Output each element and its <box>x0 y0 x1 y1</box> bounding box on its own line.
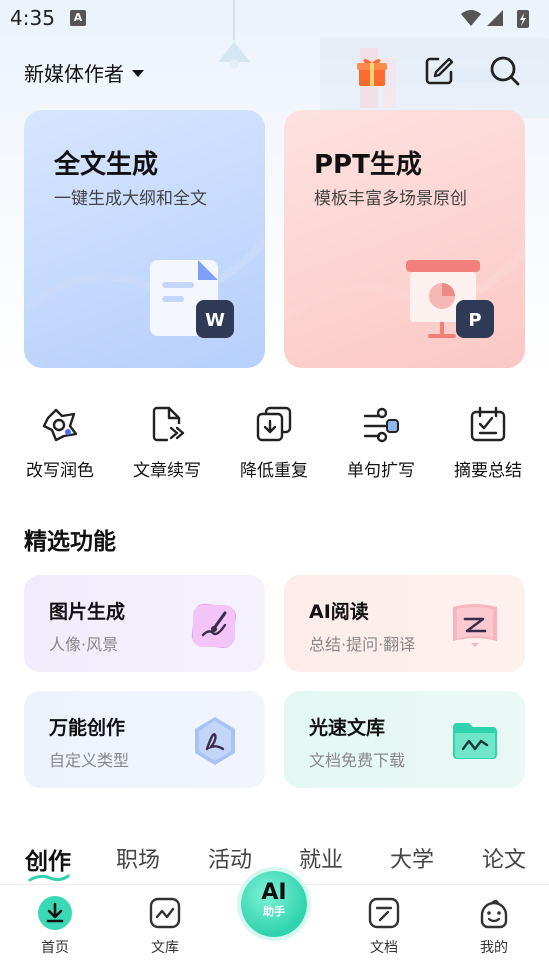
hero-subtitle: 模板丰富多场景原创 <box>314 189 467 209</box>
tool-label: 降低重复 <box>240 461 308 481</box>
feature-subtitle: 自定义类型 <box>49 751 130 770</box>
summary-icon <box>470 406 506 442</box>
feature-subtitle: 总结·提问·翻译 <box>309 635 416 654</box>
hero-badge: P <box>468 310 481 331</box>
search-icon[interactable] <box>488 54 522 88</box>
tab-thesis[interactable]: 论文 <box>482 842 526 874</box>
quick-tools: 改写润色 文章续写 降低重复 单句扩写 摘要总结 <box>0 400 549 481</box>
expand-sentence-icon <box>363 407 399 443</box>
tool-reduce-duplicate[interactable]: 降低重复 <box>224 400 324 481</box>
feature-subtitle: 人像·风景 <box>49 635 119 654</box>
feature-fast-library[interactable]: 光速文库 文档免费下载 <box>284 691 525 788</box>
hero-subtitle: 一键生成大纲和全文 <box>54 189 207 209</box>
hero-badge: W <box>205 310 225 331</box>
nav-label: 文档 <box>370 940 398 956</box>
ai-sublabel: 助手 <box>263 905 285 918</box>
active-tab-indicator <box>28 874 70 882</box>
tool-label: 单句扩写 <box>347 461 415 481</box>
edit-icon[interactable] <box>422 54 456 88</box>
status-bar: 4:35 A <box>0 0 549 36</box>
folder-icon <box>453 723 497 759</box>
feature-subtitle: 文档免费下载 <box>309 751 406 770</box>
account-label: 新媒体作者 <box>24 62 124 86</box>
book-reading-icon <box>453 604 497 647</box>
tool-rewrite[interactable]: 改写润色 <box>10 400 110 481</box>
tab-employment[interactable]: 就业 <box>299 842 343 874</box>
tool-label: 摘要总结 <box>454 461 522 481</box>
feature-ai-reading[interactable]: AI阅读 总结·提问·翻译 <box>284 575 525 672</box>
nav-documents[interactable]: 文档 <box>349 895 419 957</box>
signal-battery-icons <box>461 10 529 28</box>
account-switcher[interactable]: 新媒体作者 <box>24 58 144 87</box>
hero-title: PPT生成 <box>314 150 422 180</box>
library-icon <box>149 897 181 929</box>
nav-label: 首页 <box>41 940 69 956</box>
nav-label: 文库 <box>151 940 179 956</box>
top-bar: 新媒体作者 <box>0 50 549 94</box>
gift-icon[interactable] <box>355 54 389 88</box>
continue-writing-icon <box>152 406 185 442</box>
feature-universal-creation[interactable]: 万能创作 自定义类型 <box>24 691 265 788</box>
ai-label: AI <box>261 880 287 905</box>
tab-creation[interactable]: 创作 <box>25 842 71 876</box>
nav-library[interactable]: 文库 <box>130 895 200 957</box>
reduce-duplicate-icon <box>256 406 292 442</box>
tab-workplace[interactable]: 职场 <box>116 842 160 874</box>
tool-expand-sentence[interactable]: 单句扩写 <box>331 400 431 481</box>
nav-profile[interactable]: 我的 <box>459 895 529 957</box>
nav-label: 我的 <box>480 940 508 956</box>
bottom-navigation: 首页 文库 AI 助手 文档 我的 <box>0 871 549 976</box>
status-time: 4:35 <box>10 6 55 30</box>
tool-summary[interactable]: 摘要总结 <box>438 400 538 481</box>
nav-home[interactable]: 首页 <box>20 895 90 957</box>
document-icon <box>368 897 400 929</box>
notification-icon: A <box>70 10 86 26</box>
feature-title: AI阅读 <box>309 601 369 623</box>
hero-card-ppt[interactable]: P PPT生成 模板丰富多场景原创 <box>284 110 525 368</box>
tool-continue-writing[interactable]: 文章续写 <box>117 400 217 481</box>
profile-smile-icon <box>480 899 508 929</box>
hero-card-full-text[interactable]: W 全文生成 一键生成大纲和全文 <box>24 110 265 368</box>
ai-assistant-button[interactable]: AI 助手 <box>241 871 307 937</box>
section-title: 精选功能 <box>24 529 116 555</box>
image-brush-icon <box>191 603 236 648</box>
hero-title: 全文生成 <box>54 150 159 180</box>
home-download-icon <box>38 896 72 930</box>
feature-title: 图片生成 <box>49 601 126 623</box>
chevron-down-icon <box>132 70 144 77</box>
feature-title: 万能创作 <box>49 717 126 739</box>
tab-activities[interactable]: 活动 <box>208 842 252 874</box>
tab-university[interactable]: 大学 <box>390 842 434 874</box>
feature-image-generation[interactable]: 图片生成 人像·风景 <box>24 575 265 672</box>
tool-label: 文章续写 <box>133 461 201 481</box>
feature-title: 光速文库 <box>309 717 386 739</box>
rewrite-icon <box>42 408 78 442</box>
hexagon-pen-icon <box>195 717 235 765</box>
tool-label: 改写润色 <box>26 461 94 481</box>
